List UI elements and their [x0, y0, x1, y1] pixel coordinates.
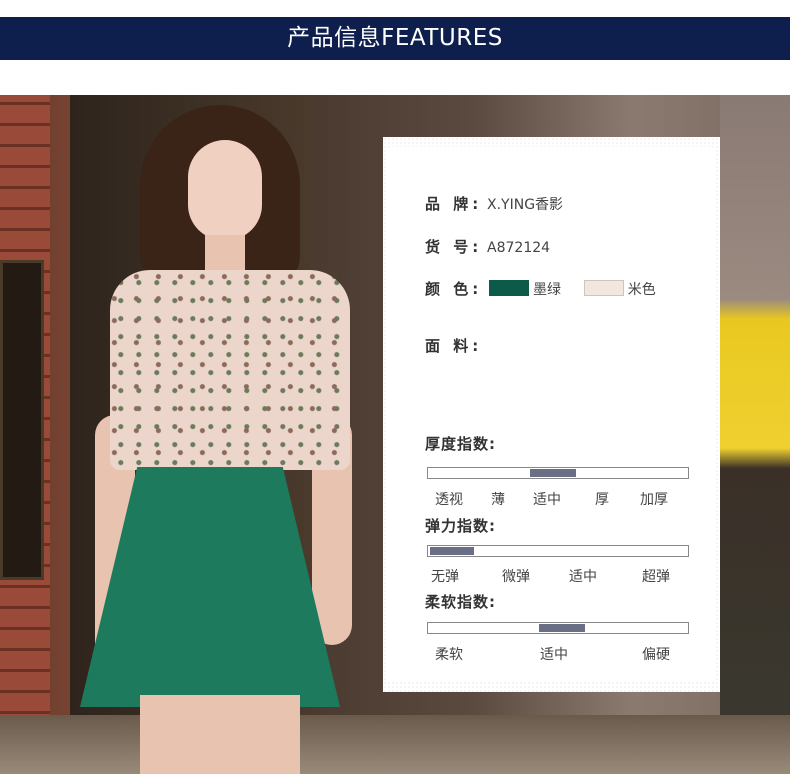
- fabric-label: 面 料:: [425, 337, 483, 355]
- sku-label: 货 号:: [425, 238, 483, 256]
- sku-row: 货 号: A872124: [425, 236, 550, 257]
- thickness-index-bar: [427, 467, 689, 479]
- product-info-card: 品 牌: X.YING香影 货 号: A872124 颜 色: 墨绿 米色 面 …: [383, 137, 720, 692]
- banner-title: 产品信息FEATURES: [287, 25, 503, 51]
- thickness-label-extra-thick: 加厚: [640, 492, 668, 508]
- model-legs: [140, 695, 300, 774]
- softness-index-title: 柔软指数:: [425, 593, 496, 611]
- floral-blouse: [110, 270, 350, 470]
- storefront: [720, 95, 790, 774]
- softness-label-medium: 适中: [540, 647, 568, 663]
- elasticity-label-none: 无弹: [431, 569, 459, 585]
- swatch-beige[interactable]: [583, 280, 624, 296]
- color-row: 颜 色: 墨绿 米色: [425, 278, 656, 299]
- swatch-dark-green[interactable]: [489, 280, 530, 296]
- color-label: 颜 色:: [425, 280, 483, 298]
- fabric-row: 面 料:: [425, 335, 482, 356]
- brand-value: X.YING香影: [487, 197, 564, 213]
- elasticity-label-medium: 适中: [569, 569, 597, 585]
- thickness-index-title: 厚度指数:: [425, 435, 496, 453]
- brand-label: 品 牌:: [425, 195, 483, 213]
- card-content: 品 牌: X.YING香影 货 号: A872124 颜 色: 墨绿 米色 面 …: [387, 147, 716, 682]
- thickness-label-medium: 适中: [533, 492, 561, 508]
- softness-index-indicator: [539, 624, 585, 632]
- color-option-dark-green[interactable]: 墨绿: [533, 282, 561, 298]
- thickness-label-thick: 厚: [595, 492, 609, 508]
- features-banner: 产品信息FEATURES: [0, 17, 790, 60]
- pavement: [0, 715, 790, 774]
- thickness-label-thin: 薄: [491, 492, 505, 508]
- softness-label-soft: 柔软: [435, 647, 463, 663]
- sku-value: A872124: [487, 240, 551, 256]
- elasticity-label-slight: 微弹: [502, 569, 530, 585]
- thickness-index-indicator: [530, 469, 576, 477]
- thickness-label-see-through: 透视: [435, 492, 463, 508]
- elasticity-index-bar: [427, 545, 689, 557]
- color-option-beige[interactable]: 米色: [628, 282, 656, 298]
- brand-row: 品 牌: X.YING香影: [425, 193, 563, 214]
- elasticity-index-title: 弹力指数:: [425, 517, 496, 535]
- elasticity-label-super: 超弹: [642, 569, 670, 585]
- softness-label-hard: 偏硬: [642, 647, 670, 663]
- model-face: [188, 140, 262, 240]
- elasticity-index-indicator: [430, 547, 474, 555]
- softness-index-bar: [427, 622, 689, 634]
- wall-poster-frame: [0, 260, 44, 580]
